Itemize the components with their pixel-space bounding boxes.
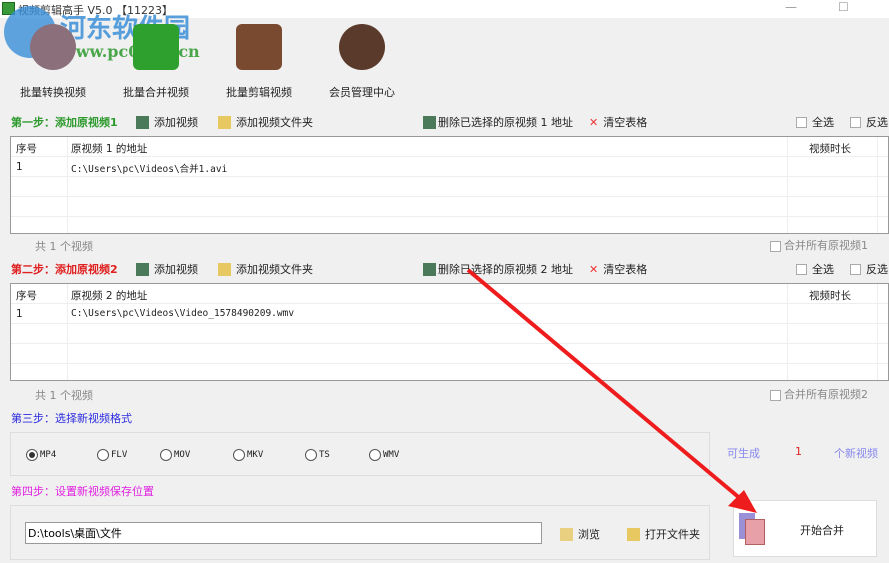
annotation-arrow (466, 268, 757, 513)
